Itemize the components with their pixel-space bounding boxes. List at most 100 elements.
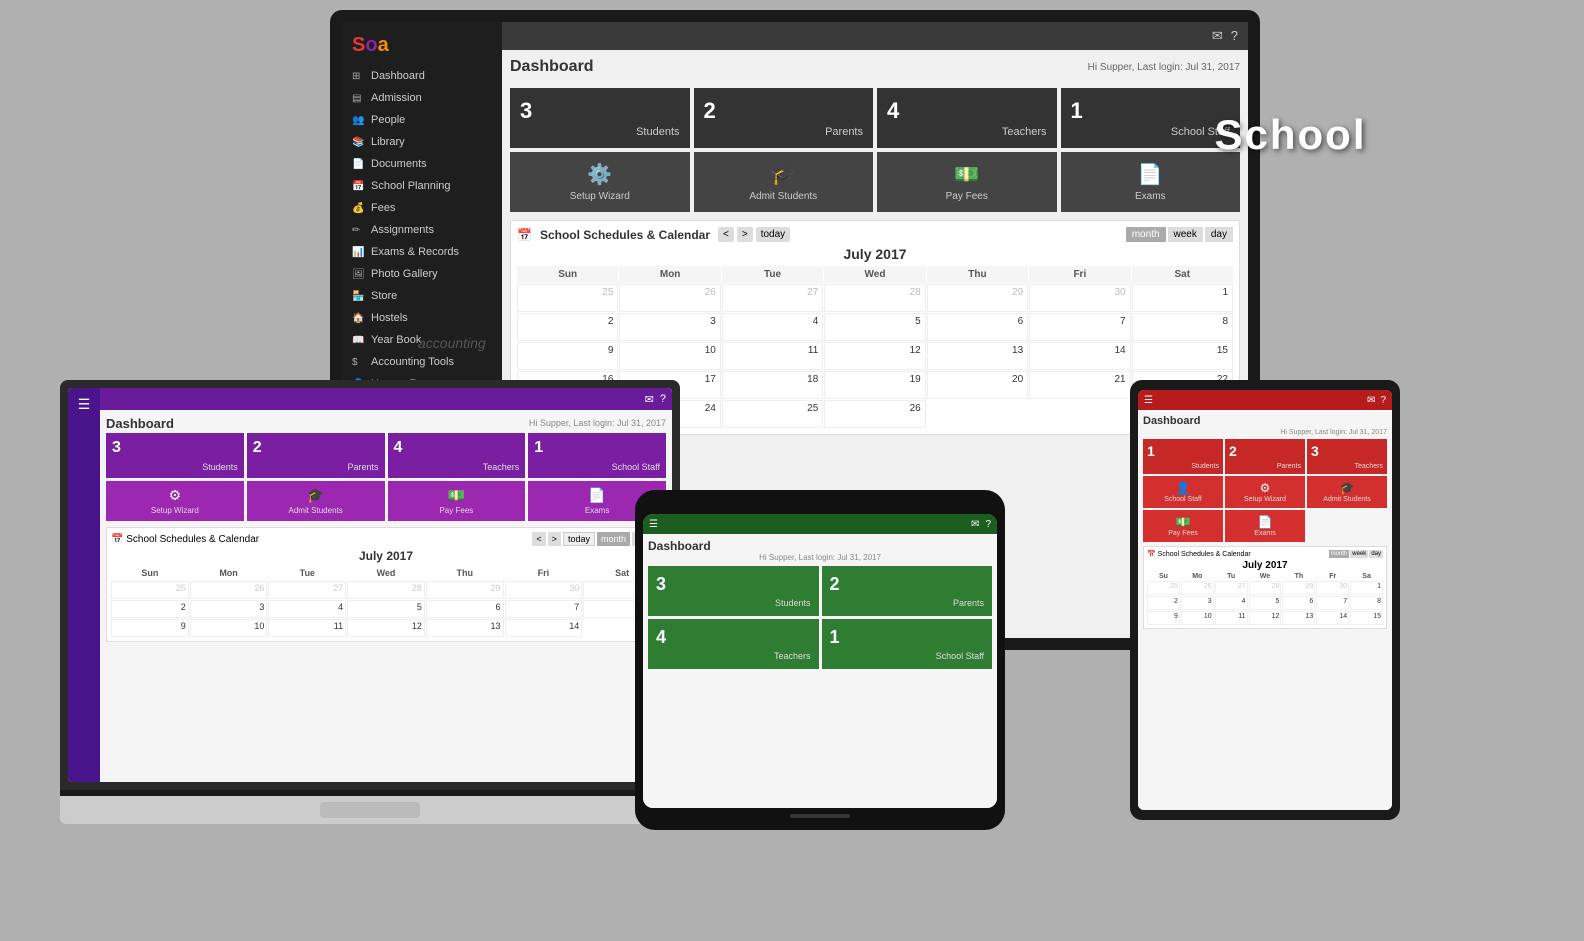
tablet-action-staff[interactable]: 👤School Staff — [1143, 476, 1223, 508]
cal-day[interactable]: 12 — [824, 342, 925, 370]
cal-week-button[interactable]: week — [1168, 227, 1203, 242]
tablet-cal-day[interactable]: 25 — [1147, 581, 1180, 595]
stat-card-teachers[interactable]: 4 Teachers — [877, 88, 1057, 148]
cal-day[interactable]: 10 — [619, 342, 720, 370]
sidebar-item-hostels[interactable]: 🏠Hostels — [342, 307, 502, 329]
phone-mail-icon[interactable]: ✉ — [971, 519, 979, 530]
cal-prev-button[interactable]: < — [718, 227, 734, 242]
action-admit-students[interactable]: 🎓 Admit Students — [694, 152, 874, 212]
laptop-cal-day[interactable]: 29 — [426, 581, 504, 599]
cal-day[interactable]: 25 — [517, 284, 618, 312]
laptop-cal-day[interactable]: 5 — [347, 600, 425, 618]
tablet-cal-day[interactable]: 30 — [1316, 581, 1349, 595]
tablet-action-exams[interactable]: 📄Exams — [1225, 510, 1305, 542]
sidebar-item-fees[interactable]: 💰Fees — [342, 197, 502, 219]
cal-day[interactable]: 2 — [517, 313, 618, 341]
cal-month-button[interactable]: month — [1126, 227, 1166, 242]
cal-day[interactable]: 15 — [1132, 342, 1233, 370]
tablet-action-admit[interactable]: 🎓Admit Students — [1307, 476, 1387, 508]
laptop-cal-day[interactable]: 26 — [190, 581, 268, 599]
tablet-cal-day[interactable]: 13 — [1282, 611, 1315, 625]
tablet-cal-day[interactable]: 28 — [1249, 581, 1282, 595]
cal-day[interactable]: 27 — [722, 284, 823, 312]
tablet-cal-month-btn[interactable]: month — [1329, 550, 1350, 558]
sidebar-item-store[interactable]: 🏪Store — [342, 285, 502, 307]
cal-day[interactable]: 8 — [1132, 313, 1233, 341]
tablet-cal-day[interactable]: 4 — [1215, 596, 1248, 610]
laptop-cal-prev[interactable]: < — [532, 532, 545, 546]
laptop-cal-day[interactable]: 11 — [268, 619, 346, 637]
tablet-mail-icon[interactable]: ✉ — [1367, 395, 1375, 406]
tablet-cal-day[interactable]: 11 — [1215, 611, 1248, 625]
tablet-cal-day-btn[interactable]: day — [1369, 550, 1383, 558]
cal-today-button[interactable]: today — [756, 227, 790, 242]
laptop-action-admit[interactable]: 🎓Admit Students — [247, 481, 385, 521]
phone-stat-students[interactable]: 3Students — [648, 566, 819, 616]
tablet-cal-day[interactable]: 10 — [1181, 611, 1214, 625]
laptop-stat-parents[interactable]: 2Parents — [247, 433, 385, 478]
tablet-cal-day[interactable]: 12 — [1249, 611, 1282, 625]
laptop-cal-next[interactable]: > — [548, 532, 561, 546]
tablet-action-fees[interactable]: 💵Pay Fees — [1143, 510, 1223, 542]
tablet-action-setup[interactable]: ⚙Setup Wizard — [1225, 476, 1305, 508]
laptop-cal-day[interactable]: 3 — [190, 600, 268, 618]
sidebar-item-documents[interactable]: 📄Documents — [342, 153, 502, 175]
cal-day[interactable]: 20 — [927, 371, 1028, 399]
action-setup-wizard[interactable]: ⚙️ Setup Wizard — [510, 152, 690, 212]
cal-day[interactable]: 7 — [1029, 313, 1130, 341]
tablet-cal-day[interactable]: 2 — [1147, 596, 1180, 610]
stat-card-parents[interactable]: 2 Parents — [694, 88, 874, 148]
laptop-cal-day[interactable]: 7 — [505, 600, 583, 618]
tablet-cal-day[interactable]: 3 — [1181, 596, 1214, 610]
cal-day[interactable]: 13 — [927, 342, 1028, 370]
cal-day[interactable]: 21 — [1029, 371, 1130, 399]
tablet-cal-day[interactable]: 5 — [1249, 596, 1282, 610]
tablet-cal-day[interactable]: 26 — [1181, 581, 1214, 595]
cal-day[interactable]: 26 — [619, 284, 720, 312]
laptop-cal-day[interactable]: 14 — [505, 619, 583, 637]
sidebar-item-admission[interactable]: ▤Admission — [342, 87, 502, 109]
tablet-cal-day[interactable]: 14 — [1316, 611, 1349, 625]
tablet-menu-icon[interactable]: ☰ — [1144, 395, 1153, 406]
tablet-cal-day[interactable]: 27 — [1215, 581, 1248, 595]
cal-day[interactable]: 9 — [517, 342, 618, 370]
cal-next-button[interactable]: > — [737, 227, 753, 242]
laptop-cal-day[interactable]: 27 — [268, 581, 346, 599]
laptop-menu-icon[interactable]: ☰ — [78, 396, 91, 413]
tablet-stat-teachers[interactable]: 3Teachers — [1307, 439, 1387, 474]
laptop-cal-day[interactable]: 6 — [426, 600, 504, 618]
cal-day[interactable]: 3 — [619, 313, 720, 341]
cal-day-button[interactable]: day — [1205, 227, 1233, 242]
sidebar-item-people[interactable]: 👥People — [342, 109, 502, 131]
laptop-cal-today[interactable]: today — [563, 532, 595, 546]
cal-day[interactable]: 30 — [1029, 284, 1130, 312]
laptop-cal-day[interactable]: 4 — [268, 600, 346, 618]
tablet-cal-day[interactable]: 8 — [1350, 596, 1383, 610]
cal-day[interactable]: 4 — [722, 313, 823, 341]
cal-day[interactable]: 6 — [927, 313, 1028, 341]
phone-stat-teachers[interactable]: 4Teachers — [648, 619, 819, 669]
tablet-cal-week-btn[interactable]: week — [1350, 550, 1368, 558]
laptop-action-setup[interactable]: ⚙Setup Wizard — [106, 481, 244, 521]
tablet-cal-day[interactable]: 29 — [1282, 581, 1315, 595]
cal-day[interactable]: 26 — [824, 400, 925, 428]
laptop-cal-month-btn[interactable]: month — [597, 532, 630, 546]
tablet-stat-students[interactable]: 1Students — [1143, 439, 1223, 474]
cal-day[interactable]: 1 — [1132, 284, 1233, 312]
sidebar-item-gallery[interactable]: 🖼Photo Gallery — [342, 263, 502, 285]
cal-day[interactable]: 18 — [722, 371, 823, 399]
sidebar-item-exams[interactable]: 📊Exams & Records — [342, 241, 502, 263]
tablet-cal-day[interactable]: 7 — [1316, 596, 1349, 610]
laptop-cal-day[interactable]: 9 — [111, 619, 189, 637]
laptop-cal-day[interactable]: 2 — [111, 600, 189, 618]
sidebar-item-assignments[interactable]: ✏Assignments — [342, 219, 502, 241]
sidebar-item-dashboard[interactable]: ⊞Dashboard — [342, 65, 502, 87]
cal-day[interactable]: 28 — [824, 284, 925, 312]
tablet-cal-day[interactable]: 9 — [1147, 611, 1180, 625]
tablet-cal-day[interactable]: 15 — [1350, 611, 1383, 625]
mail-icon[interactable]: ✉ — [1212, 28, 1223, 44]
laptop-action-fees[interactable]: 💵Pay Fees — [388, 481, 526, 521]
cal-day[interactable]: 25 — [722, 400, 823, 428]
laptop-cal-day[interactable]: 10 — [190, 619, 268, 637]
sidebar-item-planning[interactable]: 📅School Planning — [342, 175, 502, 197]
